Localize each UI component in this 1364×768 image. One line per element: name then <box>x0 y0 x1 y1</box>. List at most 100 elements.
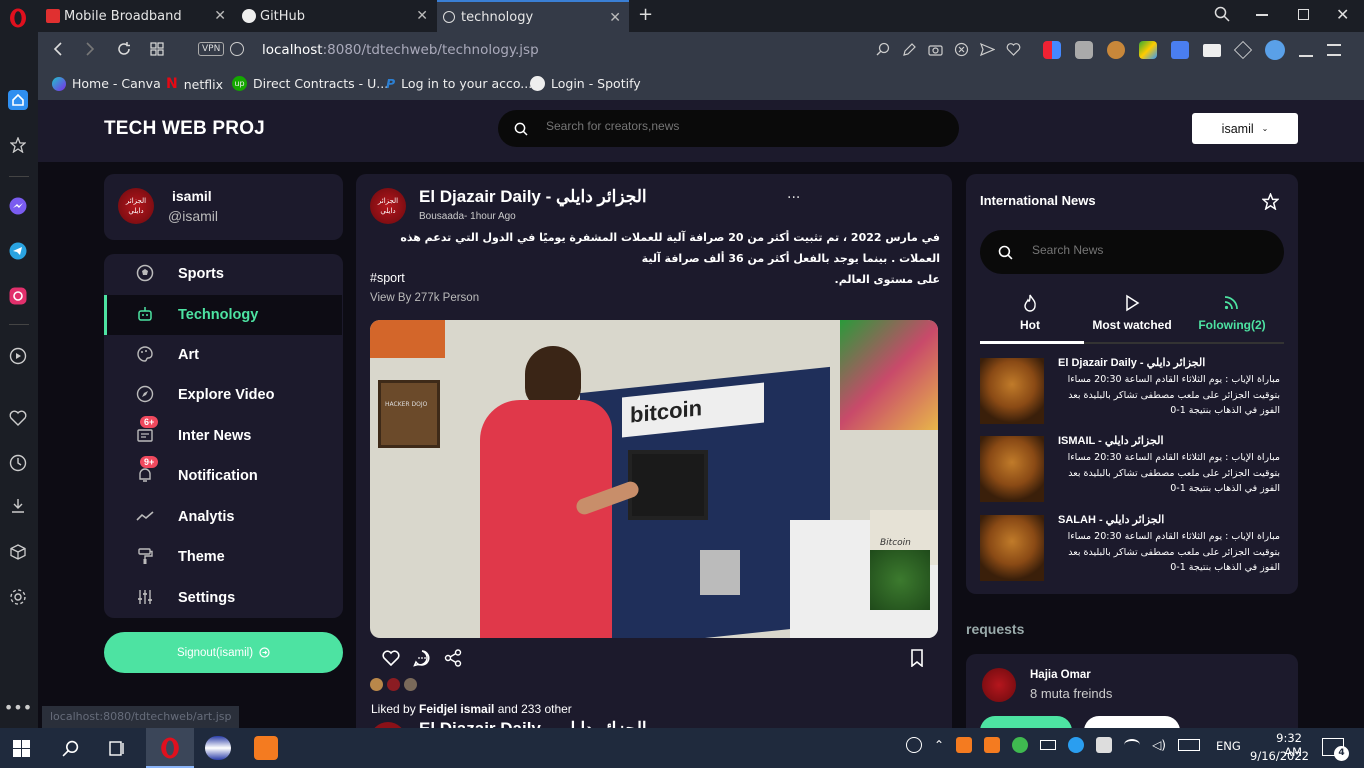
comment-icon[interactable] <box>413 649 431 667</box>
profile-card[interactable]: الجزائر دايلي isamil @isamil <box>104 174 343 240</box>
post-avatar[interactable]: الجزائر دايلي <box>370 188 406 224</box>
bookmark-paypal[interactable]: P Log in to your acco... <box>386 76 532 91</box>
maximize-icon[interactable] <box>1298 9 1309 20</box>
download-icon[interactable] <box>1299 43 1313 57</box>
tray-app-icon[interactable] <box>1096 737 1113 753</box>
tab-technology[interactable]: technology ✕ <box>437 0 629 32</box>
like-heart-icon[interactable] <box>382 650 400 666</box>
home-icon[interactable] <box>8 90 28 110</box>
menu-item-technology[interactable]: Technology <box>104 295 342 335</box>
user-dropdown-button[interactable]: isamil ⌄ <box>1192 113 1298 144</box>
chevron-up-icon[interactable]: ⌃ <box>934 738 944 752</box>
easy-setup-icon[interactable] <box>1327 44 1341 56</box>
forward-icon[interactable] <box>84 41 96 57</box>
taskbar-app-icon[interactable] <box>205 736 231 760</box>
opera-logo-icon[interactable] <box>8 8 28 28</box>
settings-gear-icon[interactable] <box>8 587 28 607</box>
minimize-icon[interactable] <box>1256 14 1268 16</box>
star-icon[interactable] <box>8 135 28 155</box>
news-search-input[interactable] <box>1032 243 1262 257</box>
block-icon[interactable] <box>954 42 969 57</box>
signout-button[interactable]: Signout(isamil) <box>104 632 343 673</box>
task-view-icon[interactable] <box>108 740 126 757</box>
post-tag[interactable]: #sport <box>370 271 405 285</box>
menu-item-art[interactable]: Art <box>104 335 342 375</box>
bookmark-upwork[interactable]: up Direct Contracts - U... <box>232 76 388 91</box>
tabs-grid-icon[interactable] <box>150 42 164 56</box>
site-logo[interactable]: TECH WEB PROJ <box>104 118 265 140</box>
heart-icon[interactable] <box>8 408 28 428</box>
decline-button[interactable] <box>1084 716 1180 728</box>
post-image[interactable]: HACKER DOJO bitcoin Bitcoin <box>370 320 938 638</box>
menu-item-theme[interactable]: Theme <box>104 537 342 577</box>
tray-app-icon[interactable] <box>1012 737 1029 753</box>
tab-search-icon[interactable] <box>1214 6 1230 22</box>
star-icon[interactable] <box>1262 193 1279 210</box>
close-window-icon[interactable]: ✕ <box>1336 5 1349 24</box>
creator-search-input[interactable] <box>546 119 936 133</box>
extensions-cube-icon[interactable] <box>8 542 28 562</box>
menu-item-analytics[interactable]: Analytis <box>104 497 342 537</box>
share-icon[interactable] <box>444 649 462 667</box>
search-icon[interactable] <box>62 740 79 757</box>
accept-button[interactable] <box>980 716 1072 728</box>
menu-item-inter-news[interactable]: 6+ Inter News <box>104 416 342 456</box>
news-item[interactable]: ISMAIL - الجزائر دايلي مباراة الإياب : ي… <box>980 435 1290 506</box>
tray-app-icon[interactable] <box>1068 737 1085 753</box>
extension-icon-2[interactable] <box>1075 41 1093 59</box>
close-icon[interactable]: ✕ <box>214 8 226 24</box>
menu-item-sports[interactable]: Sports <box>104 254 342 294</box>
camera-icon[interactable] <box>928 42 943 57</box>
xampp-icon[interactable] <box>254 736 278 760</box>
tab-following[interactable]: Folowing(2) <box>1180 292 1284 344</box>
instagram-icon[interactable] <box>8 286 28 306</box>
downloads-icon[interactable] <box>8 496 28 516</box>
translate-icon[interactable] <box>1171 41 1189 59</box>
vpn-badge[interactable]: VPN <box>198 42 225 56</box>
edit-icon[interactable] <box>902 42 917 57</box>
xampp-tray-icon[interactable] <box>956 737 973 753</box>
menu-item-notification[interactable]: 9+ Notification <box>104 456 342 496</box>
url-field[interactable]: localhost:8080/tdtechweb/technology.jsp <box>262 42 539 58</box>
tab-most-watched[interactable]: Most watched <box>1084 292 1180 344</box>
mail-icon[interactable] <box>1203 43 1221 57</box>
post-author[interactable]: El Djazair Daily - الجزائر دايلي <box>419 187 647 207</box>
battery-icon[interactable] <box>1040 740 1057 750</box>
liked-user[interactable]: Feidjel ismail <box>419 702 494 716</box>
clock-date[interactable]: 9/16/2022 <box>1250 749 1309 763</box>
bookmark-icon[interactable] <box>910 649 924 667</box>
more-dots-icon[interactable]: ••• <box>4 697 32 717</box>
extension-icon-1[interactable] <box>1043 41 1061 59</box>
news-search-box[interactable] <box>980 230 1284 274</box>
telegram-icon[interactable] <box>8 241 28 261</box>
news-item[interactable]: SALAH - الجزائر دايلي مباراة الإياب : يو… <box>980 514 1290 585</box>
taskbar-opera[interactable] <box>146 728 194 768</box>
bookmark-canva[interactable]: Home - Canva <box>52 76 161 91</box>
back-icon[interactable] <box>52 41 64 57</box>
bookmark-netflix[interactable]: Nnetflix <box>166 76 223 92</box>
keyboard-icon[interactable] <box>1177 739 1200 751</box>
volume-icon[interactable]: ◁) <box>1152 738 1166 752</box>
more-options-icon[interactable]: ... <box>787 186 800 202</box>
news-item[interactable]: El Djazair Daily - الجزائر دايلي مباراة … <box>980 357 1290 428</box>
wifi-icon[interactable] <box>1124 739 1141 751</box>
menu-item-explore-video[interactable]: Explore Video <box>104 375 342 415</box>
tab-github[interactable]: GitHub ✕ <box>236 0 436 32</box>
language-indicator[interactable]: ENG <box>1216 739 1241 753</box>
creator-search-box[interactable] <box>498 110 959 147</box>
cube-icon[interactable] <box>1233 40 1253 60</box>
tab-hot[interactable]: Hot <box>980 292 1084 344</box>
windows-start-icon[interactable] <box>13 740 30 757</box>
close-icon[interactable]: ✕ <box>609 10 621 26</box>
profile-avatar-icon[interactable] <box>1265 40 1285 60</box>
cookie-icon[interactable] <box>1107 41 1125 59</box>
send-icon[interactable] <box>980 42 995 57</box>
reload-icon[interactable] <box>116 41 132 57</box>
close-icon[interactable]: ✕ <box>416 8 428 24</box>
menu-item-settings[interactable]: Settings <box>104 578 342 618</box>
xampp-tray-icon[interactable] <box>984 737 1001 753</box>
people-icon[interactable] <box>906 737 922 753</box>
extension-icon-4[interactable] <box>1139 41 1157 59</box>
bookmark-spotify[interactable]: Login - Spotify <box>530 76 641 91</box>
next-post-author[interactable]: El Djazair Daily - الجزائر دايلي <box>419 719 647 728</box>
